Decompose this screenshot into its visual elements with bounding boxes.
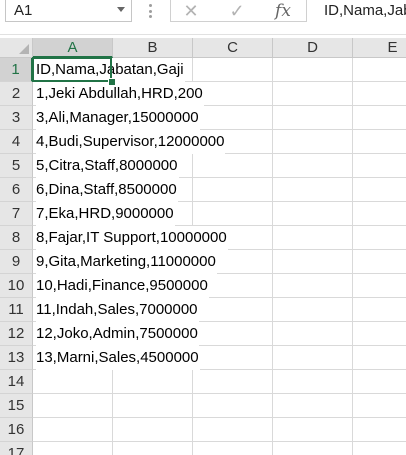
table-row: 4,Budi,Supervisor,12000000 (33, 130, 406, 154)
row-header[interactable]: 13 (0, 346, 33, 370)
select-all-triangle-icon (19, 44, 29, 54)
table-row: 8,Fajar,IT Support,10000000 (33, 226, 406, 250)
column-header[interactable]: D (273, 38, 353, 58)
select-all-button[interactable] (0, 38, 33, 58)
column-header[interactable]: C (193, 38, 273, 58)
table-row: 13,Marni,Sales,4500000 (33, 346, 406, 370)
table-row: 11,Indah,Sales,7000000 (33, 298, 406, 322)
table-row: 1,Jeki Abdullah,HRD,200 (33, 82, 406, 106)
row-header[interactable]: 16 (0, 418, 33, 442)
row-header[interactable]: 11 (0, 298, 33, 322)
table-row (33, 370, 406, 394)
cell-area[interactable]: ID,Nama,Jabatan,Gaji 1,Jeki Abdullah,HRD,… (32, 57, 406, 455)
cell-a[interactable]: 5,Citra,Staff,8000000 (36, 154, 179, 178)
table-row: 3,Ali,Manager,15000000 (33, 106, 406, 130)
table-row (33, 442, 406, 455)
cell-a[interactable]: 13,Marni,Sales,4500000 (36, 346, 200, 370)
row-header[interactable]: 5 (0, 154, 33, 178)
cell-a[interactable]: 7,Eka,HRD,9000000 (36, 202, 175, 226)
insert-function-icon[interactable]: fx (269, 0, 297, 22)
row-header[interactable]: 2 (0, 82, 33, 106)
drag-handle-icon[interactable] (149, 4, 152, 18)
cell-a[interactable]: 3,Ali,Manager,15000000 (36, 106, 200, 130)
row-header[interactable]: 10 (0, 274, 33, 298)
enter-icon[interactable]: ✓ (225, 0, 249, 22)
table-row: 12,Joko,Admin,7500000 (33, 322, 406, 346)
cell-a[interactable]: 6,Dina,Staff,8500000 (36, 178, 178, 202)
column-header[interactable]: B (113, 38, 193, 58)
cell-a[interactable]: 9,Gita,Marketing,11000000 (36, 250, 217, 274)
row-header[interactable]: 1 (0, 58, 33, 82)
cell-a[interactable]: 1,Jeki Abdullah,HRD,200 (36, 82, 204, 106)
row-header[interactable]: 12 (0, 322, 33, 346)
row-header[interactable]: 15 (0, 394, 33, 418)
table-row: 7,Eka,HRD,9000000 (33, 202, 406, 226)
table-row: 10,Hadi,Finance,9500000 (33, 274, 406, 298)
cell-a[interactable]: 4,Budi,Supervisor,12000000 (36, 130, 226, 154)
row-header[interactable]: 6 (0, 178, 33, 202)
spreadsheet-grid: ABCDE 1 2 3 4 5 6 7 8 9 10 11 12 13 14 15 16 17 ID,Nama,… (0, 38, 406, 455)
chevron-down-icon[interactable] (117, 7, 125, 12)
table-row: 9,Gita,Marketing,11000000 (33, 250, 406, 274)
fill-handle[interactable] (108, 78, 116, 86)
cell-a[interactable]: 8,Fajar,IT Support,10000000 (36, 226, 228, 250)
table-row: ID,Nama,Jabatan,Gaji (33, 58, 406, 82)
formula-controls: ✕ ✓ fx (170, 0, 307, 22)
formula-bar: A1 ✕ ✓ fx ID,Nama,Jabatan,Gaji (0, 0, 406, 35)
row-header[interactable]: 3 (0, 106, 33, 130)
row-header[interactable]: 8 (0, 226, 33, 250)
table-row (33, 418, 406, 442)
cell-a[interactable]: 12,Joko,Admin,7500000 (36, 322, 199, 346)
name-box[interactable]: A1 (5, 0, 132, 22)
column-header[interactable]: A (33, 38, 113, 58)
name-box-value: A1 (14, 2, 33, 19)
row-header[interactable]: 17 (0, 442, 33, 455)
table-row (33, 394, 406, 418)
table-row: 5,Citra,Staff,8000000 (33, 154, 406, 178)
row-header[interactable]: 7 (0, 202, 33, 226)
cell-a[interactable]: 10,Hadi,Finance,9500000 (36, 274, 209, 298)
formula-input[interactable]: ID,Nama,Jabatan,Gaji (316, 0, 406, 22)
cancel-icon[interactable]: ✕ (179, 0, 203, 22)
row-header[interactable]: 14 (0, 370, 33, 394)
column-header[interactable]: E (353, 38, 406, 58)
formula-content: ID,Nama,Jabatan,Gaji (324, 2, 406, 19)
table-row: 6,Dina,Staff,8500000 (33, 178, 406, 202)
row-header[interactable]: 4 (0, 130, 33, 154)
row-header[interactable]: 9 (0, 250, 33, 274)
cell-a[interactable]: 11,Indah,Sales,7000000 (36, 298, 199, 322)
